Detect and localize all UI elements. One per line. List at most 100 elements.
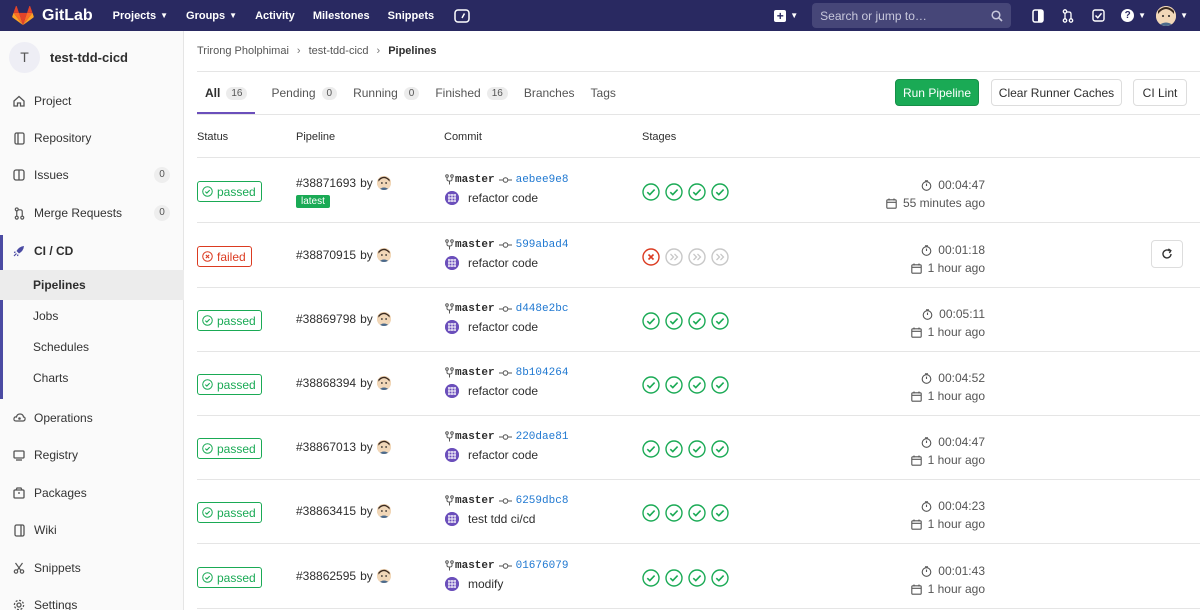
commit-message-link[interactable]: refactor code <box>468 384 538 398</box>
stage-success-icon[interactable] <box>642 183 665 201</box>
stage-success-icon[interactable] <box>665 440 688 458</box>
tab-tags[interactable]: Tags <box>591 72 616 114</box>
status-badge[interactable]: passed <box>197 374 262 395</box>
ci-lint-button[interactable]: CI Lint <box>1133 79 1187 106</box>
branch-name-link[interactable]: master <box>455 239 495 251</box>
breadcrumb-item-user[interactable]: Trirong Pholphimai <box>197 45 289 57</box>
trigger-user-avatar[interactable] <box>376 312 391 326</box>
commit-author-avatar[interactable] <box>445 577 468 591</box>
nav-milestones[interactable]: Milestones <box>313 10 370 22</box>
nav-groups[interactable]: Groups ▼ <box>186 10 237 22</box>
branch-name-link[interactable]: master <box>455 560 495 572</box>
retry-pipeline-button[interactable] <box>1151 240 1183 268</box>
search-input[interactable] <box>820 8 992 23</box>
trigger-user-avatar[interactable] <box>376 569 391 583</box>
branch-name-link[interactable]: master <box>455 431 495 443</box>
commit-sha-link[interactable]: 01676079 <box>516 560 569 572</box>
commit-message-link[interactable]: modify <box>468 577 503 591</box>
sidebar-toggle-button[interactable] <box>1025 6 1051 26</box>
sidebar-item-snippets[interactable]: Snippets <box>0 553 184 583</box>
trigger-user-avatar[interactable] <box>376 440 391 454</box>
status-badge[interactable]: passed <box>197 567 262 588</box>
breadcrumb-item-current[interactable]: Pipelines <box>388 45 436 57</box>
stage-success-icon[interactable] <box>711 504 734 522</box>
sidebar-subitem-schedules[interactable]: Schedules <box>0 332 184 362</box>
stage-success-icon[interactable] <box>711 440 734 458</box>
trigger-user-avatar[interactable] <box>376 248 391 262</box>
sidebar-item-packages[interactable]: Packages <box>0 478 184 508</box>
commit-author-avatar[interactable] <box>445 191 468 205</box>
branch-name-link[interactable]: master <box>455 495 495 507</box>
sidebar-item-ci-cd[interactable]: CI / CD <box>0 236 184 266</box>
pipeline-id-link[interactable]: #38869798 <box>296 312 356 326</box>
sidebar-item-project[interactable]: Project <box>0 86 184 116</box>
branch-name-link[interactable]: master <box>455 303 495 315</box>
breadcrumb-item-project[interactable]: test-tdd-cicd <box>309 45 369 57</box>
sidebar-item-issues[interactable]: Issues 0 <box>0 160 184 190</box>
stage-success-icon[interactable] <box>642 376 665 394</box>
trigger-user-avatar[interactable] <box>376 504 391 518</box>
stage-success-icon[interactable] <box>688 569 711 587</box>
user-menu-button[interactable]: ▼ <box>1156 5 1188 26</box>
sidebar-item-registry[interactable]: Registry <box>0 440 184 470</box>
trigger-user-avatar[interactable] <box>376 376 391 390</box>
stage-success-icon[interactable] <box>665 569 688 587</box>
branch-name-link[interactable]: master <box>455 174 495 186</box>
stage-success-icon[interactable] <box>665 376 688 394</box>
commit-author-avatar[interactable] <box>445 512 468 526</box>
stage-success-icon[interactable] <box>642 569 665 587</box>
stage-skipped-icon[interactable] <box>711 248 734 266</box>
sidebar-subitem-pipelines[interactable]: Pipelines <box>0 270 184 300</box>
stage-success-icon[interactable] <box>688 183 711 201</box>
sidebar-project-header[interactable]: T test-tdd-cicd <box>0 31 183 83</box>
stage-success-icon[interactable] <box>688 312 711 330</box>
trigger-user-avatar[interactable] <box>376 176 391 190</box>
new-dropdown-button[interactable]: + ▼ <box>774 9 798 22</box>
nav-projects[interactable]: Projects ▼ <box>113 10 168 22</box>
commit-sha-link[interactable]: 599abad4 <box>516 239 569 251</box>
stage-success-icon[interactable] <box>711 312 734 330</box>
nav-activity[interactable]: Activity <box>255 10 295 22</box>
commit-author-avatar[interactable] <box>445 384 468 398</box>
tab-running[interactable]: Running 0 <box>353 72 420 114</box>
stage-success-icon[interactable] <box>711 569 734 587</box>
pipeline-id-link[interactable]: #38868394 <box>296 376 356 390</box>
stage-success-icon[interactable] <box>711 376 734 394</box>
merge-requests-nav-button[interactable] <box>1055 6 1081 26</box>
help-dropdown-button[interactable]: ? ▼ <box>1121 9 1146 22</box>
commit-sha-link[interactable]: aebee9e8 <box>516 174 569 186</box>
sidebar-item-settings[interactable]: Settings <box>0 590 184 610</box>
pipeline-id-link[interactable]: #38870915 <box>296 248 356 262</box>
todos-nav-button[interactable] <box>1085 6 1111 26</box>
performance-gauge-icon[interactable] <box>454 8 470 24</box>
commit-sha-link[interactable]: d448e2bc <box>516 303 569 315</box>
stage-success-icon[interactable] <box>688 504 711 522</box>
clear-runner-caches-button[interactable]: Clear Runner Caches <box>991 79 1122 106</box>
sidebar-subitem-charts[interactable]: Charts <box>0 363 184 393</box>
sidebar-item-wiki[interactable]: Wiki <box>0 515 184 545</box>
tab-branches[interactable]: Branches <box>524 72 575 114</box>
commit-sha-link[interactable]: 8b104264 <box>516 367 569 379</box>
status-badge[interactable]: passed <box>197 502 262 523</box>
status-badge[interactable]: passed <box>197 310 262 331</box>
gitlab-home-link[interactable]: GitLab <box>12 5 93 26</box>
commit-message-link[interactable]: refactor code <box>468 320 538 334</box>
status-badge[interactable]: failed <box>197 246 252 267</box>
commit-message-link[interactable]: refactor code <box>468 256 538 270</box>
tab-all[interactable]: All 16 <box>197 72 256 114</box>
sidebar-item-repository[interactable]: Repository <box>0 123 184 153</box>
run-pipeline-button[interactable]: Run Pipeline <box>895 79 979 106</box>
pipeline-id-link[interactable]: #38871693 <box>296 176 356 190</box>
sidebar-subitem-jobs[interactable]: Jobs <box>0 301 184 331</box>
commit-author-avatar[interactable] <box>445 256 468 270</box>
branch-name-link[interactable]: master <box>455 367 495 379</box>
stage-skipped-icon[interactable] <box>688 248 711 266</box>
pipeline-id-link[interactable]: #38863415 <box>296 504 356 518</box>
search-box[interactable] <box>812 3 1012 28</box>
stage-success-icon[interactable] <box>642 504 665 522</box>
commit-sha-link[interactable]: 220dae81 <box>516 431 569 443</box>
stage-success-icon[interactable] <box>688 440 711 458</box>
commit-author-avatar[interactable] <box>445 448 468 462</box>
commit-message-link[interactable]: test tdd ci/cd <box>468 512 535 526</box>
stage-success-icon[interactable] <box>642 440 665 458</box>
